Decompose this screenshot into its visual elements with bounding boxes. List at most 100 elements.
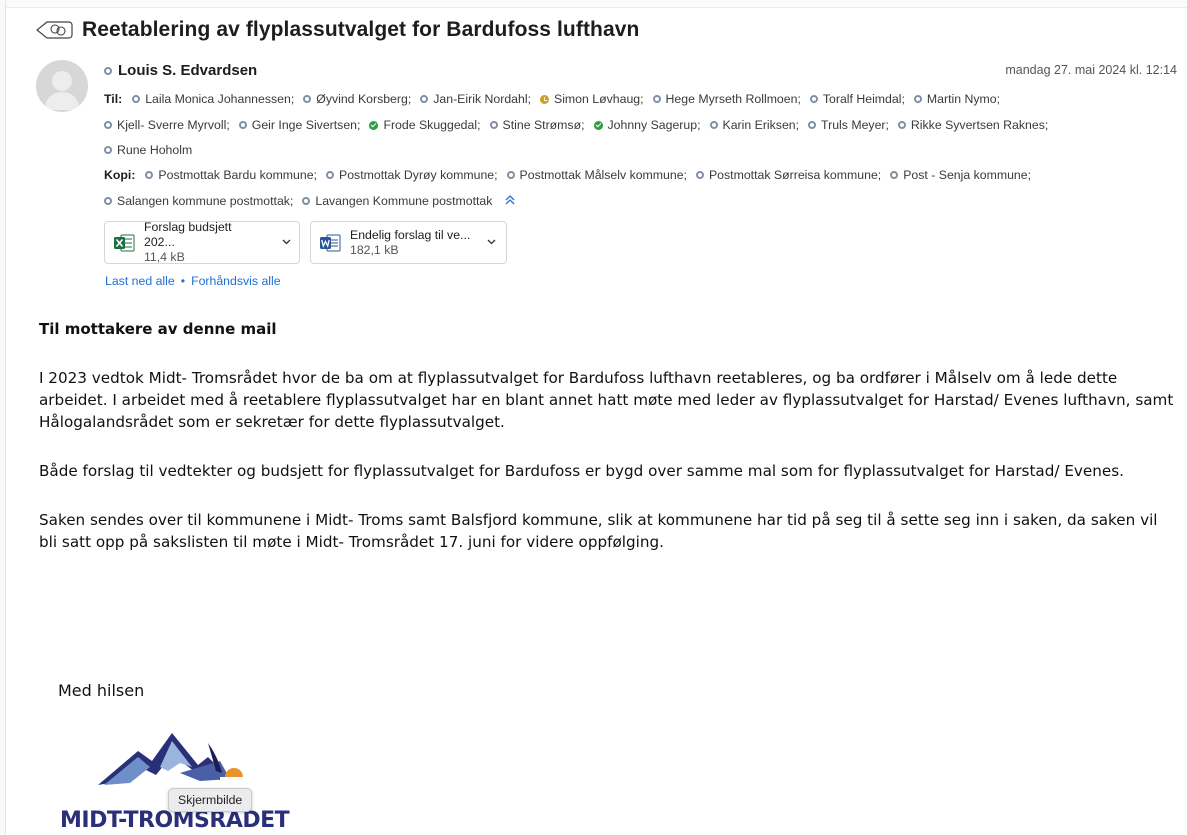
message-date: mandag 27. mai 2024 kl. 12:14 — [1005, 63, 1177, 77]
presence-offline-icon — [808, 121, 817, 129]
presence-offline-icon — [809, 95, 818, 103]
recipient-name: Frode Skuggedal; — [383, 118, 481, 132]
recipient-to[interactable]: Karin Eriksen; — [709, 118, 800, 132]
recipient-name: Truls Meyer; — [821, 118, 889, 132]
recipient-name: Postmottak Bardu kommune; — [158, 168, 317, 182]
collapse-recipients-icon[interactable] — [505, 194, 515, 208]
recipient-cc[interactable]: Postmottak Sørreisa kommune; — [695, 168, 882, 182]
recipient-name: Kjell- Sverre Myrvoll; — [117, 118, 230, 132]
recipient-to[interactable]: Truls Meyer; — [808, 118, 889, 132]
presence-available-icon — [369, 120, 379, 130]
presence-offline-icon — [709, 121, 718, 129]
attachment-name: Endelig forslag til ve... — [350, 227, 471, 242]
message-subject: Reetablering av flyplassutvalget for Bar… — [82, 18, 640, 41]
recipient-to[interactable]: Martin Nymo; — [913, 92, 1000, 106]
attachment-size: 182,1 kB — [350, 242, 399, 257]
presence-offline-icon — [420, 95, 429, 103]
chevron-down-icon[interactable] — [282, 237, 291, 248]
recipient-to[interactable]: Jan-Eirik Nordahl; — [420, 92, 531, 106]
recipient-name: Post - Senja kommune; — [903, 168, 1032, 182]
presence-available-icon — [593, 120, 603, 130]
window-left-edge — [0, 0, 6, 835]
presence-offline-icon — [489, 121, 498, 129]
presence-offline-icon — [652, 95, 661, 103]
download-all-link[interactable]: Last ned alle — [105, 274, 175, 288]
body-paragraph: I 2023 vedtok Midt- Tromsrådet hvor de b… — [39, 369, 1174, 431]
body-paragraph: Både forslag til vedtekter og budsjett f… — [39, 462, 1124, 480]
to-line-3: Rune Hoholm — [104, 143, 201, 157]
presence-offline-icon — [104, 197, 112, 205]
word-icon — [319, 232, 341, 254]
recipient-to[interactable]: Geir Inge Sivertsen; — [238, 118, 361, 132]
separator: • — [180, 274, 186, 288]
image-tooltip: Skjermbilde — [168, 788, 253, 812]
recipient-cc[interactable]: Postmottak Målselv kommune; — [506, 168, 687, 182]
recipient-cc[interactable]: Salangen kommune postmottak; — [104, 194, 293, 208]
recipient-name: Postmottak Målselv kommune; — [519, 168, 687, 182]
sender-avatar[interactable] — [36, 60, 88, 112]
recipient-to[interactable]: Øyvind Korsberg; — [303, 92, 411, 106]
sender-name[interactable]: Louis S. Edvardsen — [118, 62, 257, 79]
preview-all-link[interactable]: Forhåndsvis alle — [191, 274, 281, 288]
attachment-actions: Last ned alle • Forhåndsvis alle — [105, 274, 281, 288]
to-line-1: Til: Laila Monica Johannessen; Øyvind Ko… — [104, 92, 1009, 106]
recipient-to[interactable]: Kjell- Sverre Myrvoll; — [104, 118, 230, 132]
to-label: Til: — [104, 92, 123, 106]
recipient-to[interactable]: Toralf Heimdal; — [809, 92, 905, 106]
recipient-name: Laila Monica Johannessen; — [145, 92, 295, 106]
subject-row: Reetablering av flyplassutvalget for Bar… — [34, 18, 639, 42]
recipient-to[interactable]: Simon Løvhaug; — [540, 92, 644, 106]
presence-offline-icon — [897, 121, 906, 129]
presence-offline-icon — [890, 171, 899, 179]
recipient-name: Postmottak Dyrøy kommune; — [339, 168, 498, 182]
presence-offline-icon — [695, 171, 704, 179]
recipient-name: Postmottak Sørreisa kommune; — [708, 168, 882, 182]
recipient-cc[interactable]: Postmottak Dyrøy kommune; — [326, 168, 498, 182]
presence-offline-icon — [104, 146, 112, 154]
attachment-excel[interactable]: Forslag budsjett 202... 11,4 kB — [104, 220, 300, 264]
presence-offline-icon — [104, 66, 112, 75]
recipient-name: Lavangen Kommune postmottak — [315, 194, 493, 208]
recipient-name: Jan-Eirik Nordahl; — [433, 92, 531, 106]
attachment-word[interactable]: Endelig forslag til ve... 182,1 kB — [310, 221, 507, 264]
excel-icon — [113, 232, 135, 254]
recipient-cc[interactable]: Postmottak Bardu kommune; — [145, 168, 317, 182]
recipient-name: Geir Inge Sivertsen; — [251, 118, 361, 132]
to-line-2: Kjell- Sverre Myrvoll; Geir Inge Siverts… — [104, 118, 1057, 132]
recipient-cc[interactable]: Lavangen Kommune postmottak — [302, 194, 492, 208]
presence-offline-icon — [132, 95, 141, 103]
presence-offline-icon — [238, 121, 247, 129]
recipient-to[interactable]: Laila Monica Johannessen; — [132, 92, 294, 106]
presence-offline-icon — [913, 95, 922, 103]
recipient-to[interactable]: Rune Hoholm — [104, 143, 192, 157]
recipient-to[interactable]: Hege Myrseth Rollmoen; — [652, 92, 801, 106]
presence-offline-icon — [145, 171, 154, 179]
recipient-name: Rune Hoholm — [117, 143, 193, 157]
presence-offline-icon — [303, 95, 312, 103]
cc-line-2: Salangen kommune postmottak; Lavangen Ko… — [104, 194, 515, 208]
recipient-name: Karin Eriksen; — [722, 118, 800, 132]
attachment-name: Forslag budsjett 202... — [144, 220, 232, 249]
recipient-name: Salangen kommune postmottak; — [117, 194, 294, 208]
recipient-to[interactable]: Stine Strømsø; — [489, 118, 585, 132]
attachment-size: 11,4 kB — [144, 250, 185, 264]
recipient-cc[interactable]: Post - Senja kommune; — [890, 168, 1031, 182]
window-top-edge — [0, 0, 1187, 8]
conversation-icon[interactable] — [34, 19, 74, 41]
presence-offline-icon — [302, 197, 311, 205]
recipient-name: Toralf Heimdal; — [822, 92, 905, 106]
recipient-name: Rikke Syvertsen Raknes; — [910, 118, 1049, 132]
chevron-down-icon[interactable] — [487, 237, 496, 248]
cc-line-1: Kopi: Postmottak Bardu kommune; Postmott… — [104, 168, 1040, 182]
recipient-name: Hege Myrseth Rollmoen; — [665, 92, 801, 106]
recipient-to[interactable]: Rikke Syvertsen Raknes; — [897, 118, 1049, 132]
recipient-name: Martin Nymo; — [926, 92, 1000, 106]
body-heading: Til mottakere av denne mail — [39, 320, 277, 338]
body-paragraph: Saken sendes over til kommunene i Midt- … — [39, 511, 1158, 551]
recipient-to[interactable]: Frode Skuggedal; — [369, 118, 481, 132]
presence-offline-icon — [506, 171, 515, 179]
recipient-to[interactable]: Johnny Sagerup; — [593, 118, 701, 132]
recipient-name: Simon Løvhaug; — [554, 92, 644, 106]
recipient-name: Stine Strømsø; — [502, 118, 585, 132]
recipient-name: Johnny Sagerup; — [607, 118, 701, 132]
